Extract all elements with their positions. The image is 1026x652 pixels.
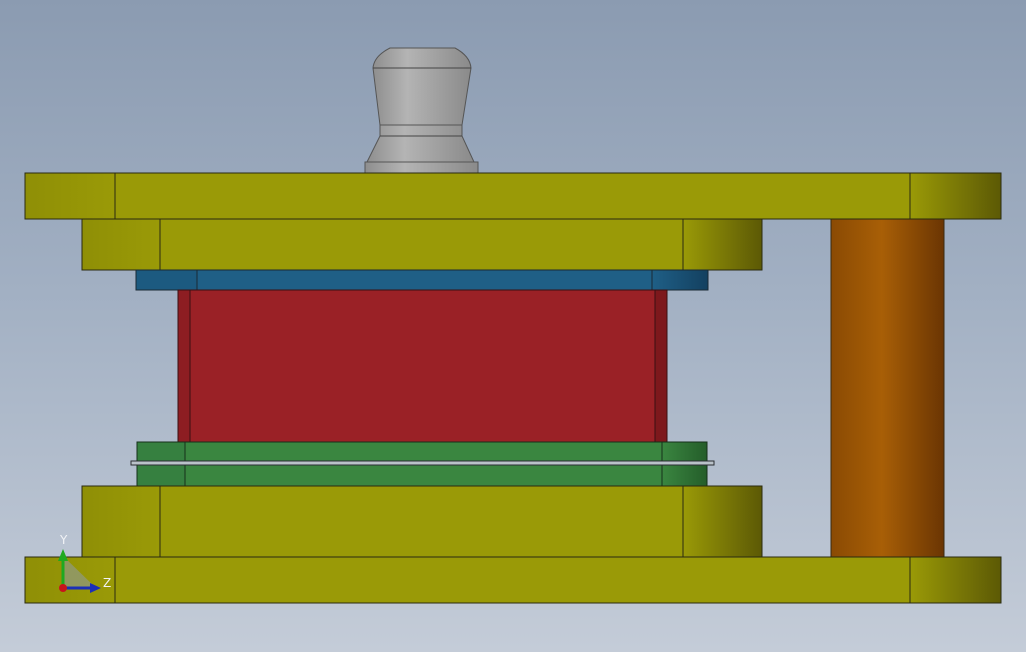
backing-plate[interactable]: [135, 269, 709, 291]
axis-z-label: Z: [103, 576, 112, 590]
model-viewport[interactable]: Y Z: [0, 0, 1026, 652]
die-set-assembly[interactable]: [0, 0, 1026, 652]
shank[interactable]: [364, 47, 479, 174]
punch-holder-plate[interactable]: [81, 218, 763, 271]
upper-die-base[interactable]: [24, 172, 1002, 220]
strip-material[interactable]: [130, 460, 715, 466]
lower-die-base[interactable]: [24, 556, 1002, 604]
die-plate[interactable]: [81, 485, 763, 558]
guide-post[interactable]: [830, 218, 945, 558]
punch-block[interactable]: [177, 289, 668, 443]
axis-y-label: Y: [60, 533, 68, 547]
